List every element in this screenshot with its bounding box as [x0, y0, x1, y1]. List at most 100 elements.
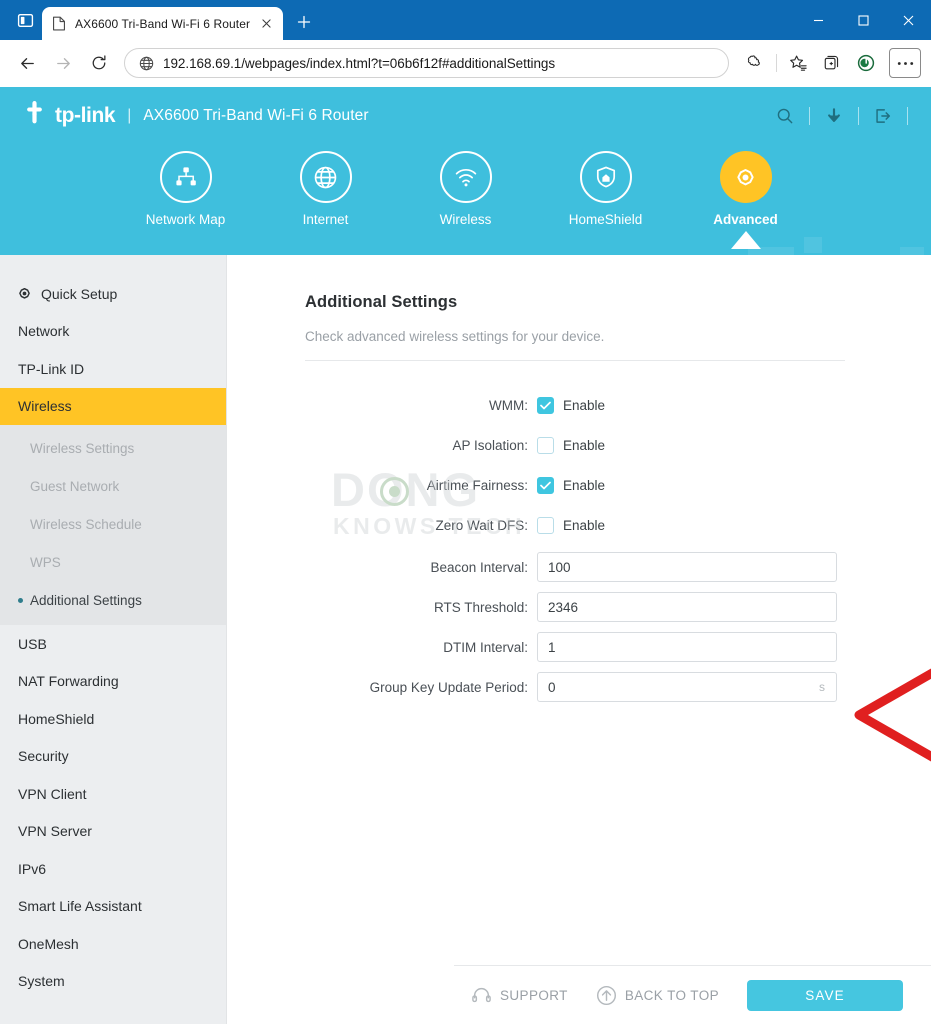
maximize-button[interactable]	[841, 4, 886, 37]
minimize-button[interactable]	[796, 4, 841, 37]
beacon-interval-input[interactable]: 100	[537, 552, 837, 582]
field-label: Beacon Interval:	[430, 559, 528, 575]
active-tab-pointer	[730, 231, 761, 249]
address-bar[interactable]: 192.168.69.1/webpages/index.html?t=06b6f…	[124, 48, 729, 78]
sidebar-subitem-wps[interactable]: WPS	[0, 543, 226, 581]
sidebar-item-vpn-server[interactable]: VPN Server	[0, 813, 226, 851]
sidebar-item-system[interactable]: System	[0, 963, 226, 1001]
browser-window: AX6600 Tri-Band Wi-Fi 6 Router 192.168.6…	[0, 0, 931, 1024]
sidebar-item-ipv6[interactable]: IPv6	[0, 850, 226, 888]
airtime-fairness-checkbox[interactable]: Enable	[537, 477, 605, 494]
checkbox-label: Enable	[563, 518, 606, 533]
nav-tab-homeshield[interactable]: HomeShield	[536, 151, 676, 227]
sidebar-subitem-wireless-settings[interactable]: Wireless Settings	[0, 429, 226, 467]
reload-icon[interactable]	[82, 46, 116, 80]
nav-tab-label: Wireless	[439, 212, 492, 227]
header-decoration	[804, 237, 822, 253]
sidebar-subitem-label: Guest Network	[30, 478, 120, 494]
section-divider	[305, 360, 845, 361]
arrow-up-circle-icon	[596, 985, 617, 1006]
sidebar-item-homeshield[interactable]: HomeShield	[0, 700, 226, 738]
field-label: Airtime Fairness:	[426, 478, 528, 493]
sidebar-item-wireless[interactable]: Wireless	[0, 387, 226, 425]
form-row-zero-wait-dfs: Zero Wait DFS: Enable	[305, 507, 931, 544]
sidebar-item-label: VPN Client	[18, 785, 87, 802]
sidebar-item-network[interactable]: Network	[0, 313, 226, 351]
tp-link-logo[interactable]: tp-link	[20, 101, 116, 131]
sidebar-item-nat-forwarding[interactable]: NAT Forwarding	[0, 663, 226, 701]
sidebar-item-onemesh[interactable]: OneMesh	[0, 925, 226, 963]
address-bar-url: 192.168.69.1/webpages/index.html?t=06b6f…	[163, 55, 556, 71]
forward-arrow-icon[interactable]	[46, 46, 80, 80]
new-tab-button[interactable]	[289, 7, 319, 37]
dtim-interval-input[interactable]: 1	[537, 632, 837, 662]
sidebar-item-vpn-client[interactable]: VPN Client	[0, 775, 226, 813]
sidebar-item-label: IPv6	[18, 860, 47, 877]
back-arrow-icon[interactable]	[10, 46, 44, 80]
nav-tab-advanced[interactable]: Advanced	[676, 151, 816, 249]
form-row-airtime-fairness: Airtime Fairness: Enable	[305, 467, 931, 504]
favorites-icon[interactable]	[782, 47, 814, 79]
form-row-rts-threshold: RTS Threshold: 2346	[305, 587, 931, 627]
search-icon[interactable]	[768, 101, 802, 131]
wifi-icon	[439, 151, 492, 203]
collections-icon[interactable]	[816, 47, 848, 79]
field-label: Group Key Update Period:	[369, 679, 528, 695]
nav-tab-network-map[interactable]: Network Map	[116, 151, 256, 227]
form-row-dtim-interval: DTIM Interval: 1	[305, 627, 931, 667]
back-to-top-link[interactable]: BACK TO TOP	[596, 985, 719, 1006]
sidebar-subitem-additional-settings[interactable]: Additional Settings	[0, 581, 226, 619]
support-label: SUPPORT	[499, 987, 568, 1003]
nav-tab-label: HomeShield	[568, 212, 643, 227]
sidebar-item-label: Smart Life Assistant	[18, 898, 142, 915]
close-icon[interactable]	[257, 15, 275, 33]
back-to-top-label: BACK TO TOP	[624, 987, 719, 1003]
sidebar-item-label: OneMesh	[18, 935, 79, 952]
browser-toolbar: 192.168.69.1/webpages/index.html?t=06b6f…	[0, 40, 931, 87]
settings-form: WMM: Enable AP Isolation: Enable Airtime…	[305, 387, 931, 707]
sidebar-subitem-guest-network[interactable]: Guest Network	[0, 467, 226, 505]
rts-threshold-input[interactable]: 2346	[537, 592, 837, 622]
tab-actions-icon[interactable]	[8, 4, 42, 36]
close-window-button[interactable]	[886, 4, 931, 37]
zero-wait-dfs-checkbox[interactable]: Enable	[537, 517, 605, 534]
sidebar-subitem-wireless-schedule[interactable]: Wireless Schedule	[0, 505, 226, 543]
settings-and-more-icon[interactable]	[889, 48, 921, 78]
wmm-checkbox[interactable]: Enable	[537, 397, 605, 414]
sidebar-item-label: Security	[18, 748, 69, 765]
field-label: DTIM Interval:	[443, 639, 528, 655]
browser-essentials-icon[interactable]	[739, 47, 771, 79]
sidebar-item-smart-life-assistant[interactable]: Smart Life Assistant	[0, 888, 226, 926]
sidebar-item-label: VPN Server	[18, 823, 92, 840]
sidebar-item-label: Network	[18, 323, 70, 340]
nav-tab-internet[interactable]: Internet	[256, 151, 396, 227]
ap-isolation-checkbox[interactable]: Enable	[537, 437, 605, 454]
tab-title: AX6600 Tri-Band Wi-Fi 6 Router	[75, 16, 251, 31]
router-main-nav: Network Map Internet Wireless HomeShield…	[0, 145, 931, 249]
sidebar-item-usb[interactable]: USB	[0, 625, 226, 663]
profile-icon[interactable]	[850, 47, 882, 79]
nav-tab-wireless[interactable]: Wireless	[396, 151, 536, 227]
firmware-update-icon[interactable]	[817, 101, 851, 131]
router-model-name: AX6600 Tri-Band Wi-Fi 6 Router	[143, 107, 369, 124]
router-header-icons	[768, 101, 915, 131]
nav-tab-label: Network Map	[145, 212, 226, 227]
support-link[interactable]: SUPPORT	[471, 985, 568, 1006]
sidebar-item-quick-setup[interactable]: Quick Setup	[0, 275, 226, 313]
group-key-update-period-input[interactable]: 0 s	[537, 672, 837, 702]
sidebar-item-tp-link-id[interactable]: TP-Link ID	[0, 350, 226, 388]
header-icon-divider	[809, 107, 810, 125]
page-title: Additional Settings	[305, 293, 458, 311]
checkbox-box	[537, 437, 554, 454]
field-label: WMM:	[489, 398, 528, 413]
browser-tab[interactable]: AX6600 Tri-Band Wi-Fi 6 Router	[42, 7, 284, 40]
sidebar-item-security[interactable]: Security	[0, 738, 226, 776]
quick-setup-icon	[16, 285, 33, 302]
field-label: Zero Wait DFS:	[435, 518, 528, 533]
logout-icon[interactable]	[866, 101, 900, 131]
form-row-wmm: WMM: Enable	[305, 387, 931, 424]
checkbox-box	[537, 397, 554, 414]
checkbox-label: Enable	[563, 398, 606, 413]
save-button[interactable]: SAVE	[747, 979, 903, 1011]
tp-link-logo-mark	[20, 101, 54, 131]
